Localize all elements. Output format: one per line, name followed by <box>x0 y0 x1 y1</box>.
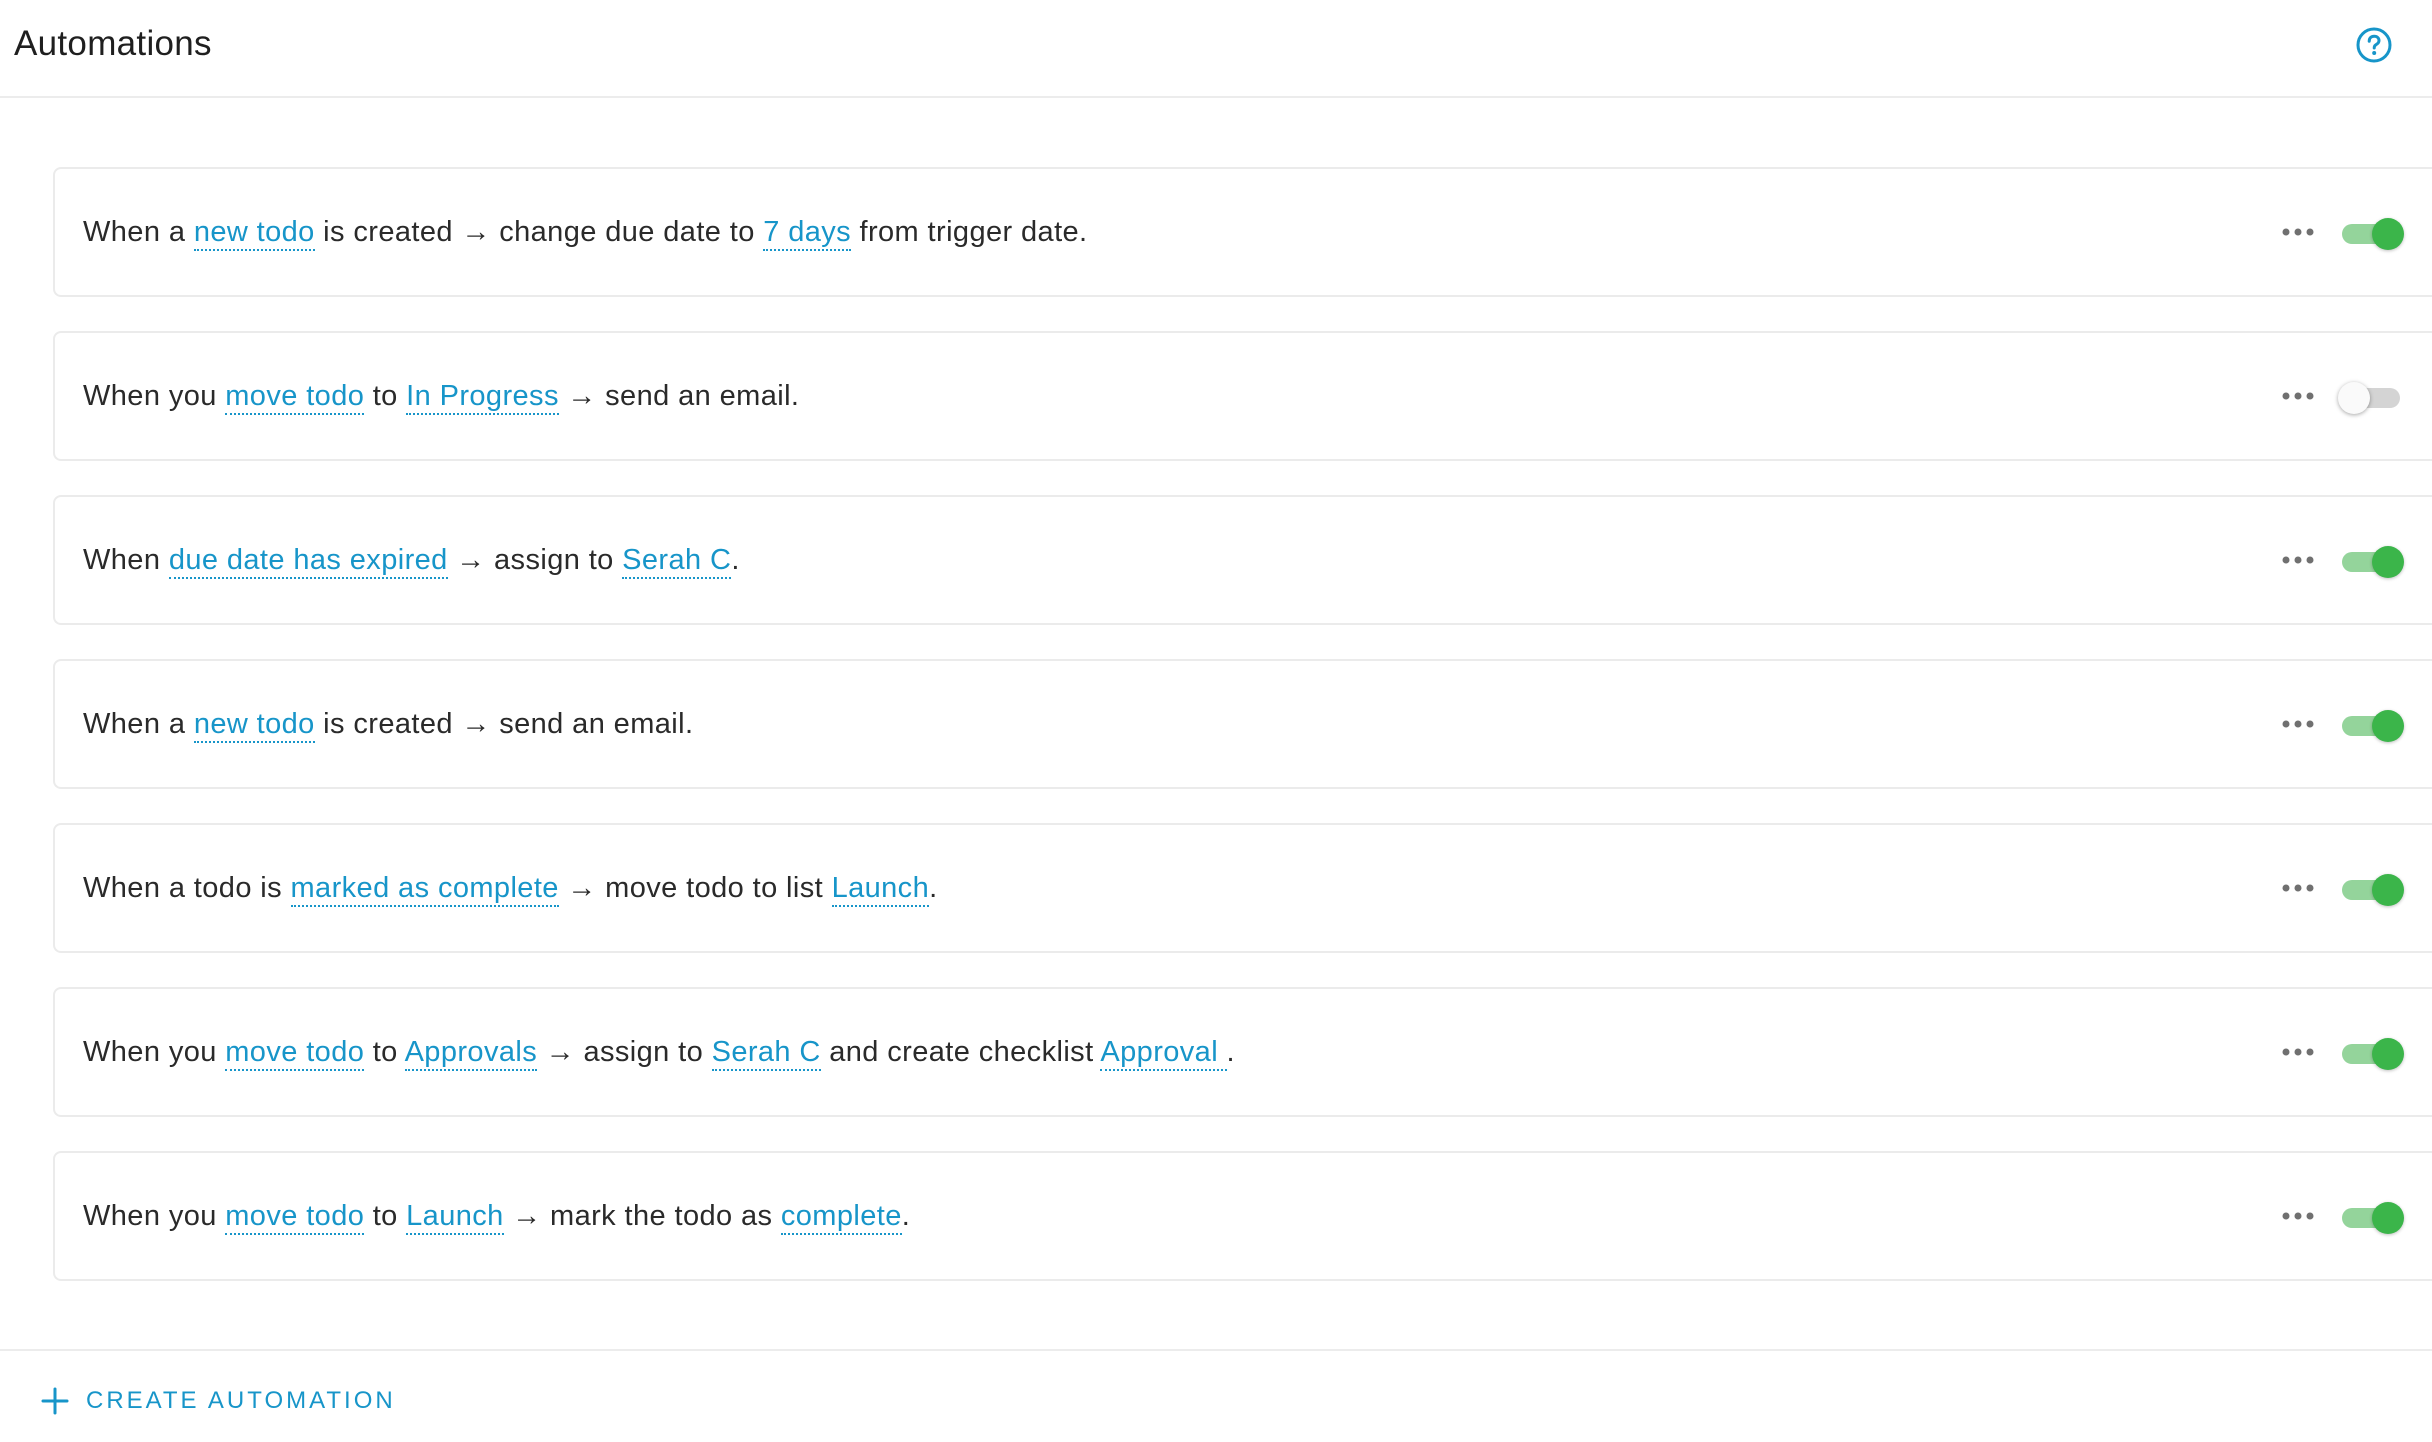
automation-rule-fragment: When a <box>83 708 194 740</box>
page-title: Automations <box>14 24 212 63</box>
plus-icon <box>41 1387 69 1415</box>
automation-token-link[interactable]: complete <box>780 1200 902 1235</box>
automation-rule-fragment: → assign to <box>447 544 623 576</box>
more-horizontal-icon <box>2282 1212 2314 1220</box>
automation-card: When you move todo to Approvals → assign… <box>53 987 2432 1117</box>
help-circle-icon <box>2356 27 2392 63</box>
automation-token-link[interactable]: 7 days <box>763 216 852 251</box>
automation-token-link[interactable]: Serah C <box>622 544 732 579</box>
automation-token-link[interactable]: Launch <box>406 1200 504 1235</box>
automation-rule-fragment: → send an email. <box>558 380 800 412</box>
automation-rule-fragment: → mark the todo as <box>503 1200 781 1232</box>
automation-rule-fragment: . <box>1226 1036 1235 1068</box>
automation-card: When due date has expired → assign to Se… <box>53 495 2432 625</box>
automation-rule-fragment: When you <box>83 1036 226 1068</box>
automation-rule-fragment: . <box>929 872 938 904</box>
automation-rule-fragment: When you <box>83 1200 226 1232</box>
automation-enabled-toggle[interactable] <box>2338 213 2404 253</box>
automation-enabled-toggle[interactable] <box>2338 1197 2404 1237</box>
automation-token-link[interactable]: new todo <box>193 708 315 743</box>
automation-rule-fragment: from trigger date. <box>851 216 1088 248</box>
automation-token-link[interactable]: move todo <box>225 380 365 415</box>
automation-rule-fragment: When <box>83 544 169 576</box>
more-options-button[interactable] <box>2278 1200 2318 1232</box>
automation-rule-fragment: to <box>364 380 407 412</box>
more-options-button[interactable] <box>2278 708 2318 740</box>
automation-rule-fragment: . <box>901 1200 911 1232</box>
more-horizontal-icon <box>2282 392 2314 400</box>
automation-rule-fragment: to <box>364 1036 405 1068</box>
automation-card: When you move todo to In Progress → send… <box>53 331 2432 461</box>
toggle-knob <box>2372 218 2404 250</box>
automation-card: When a new todo is created → change due … <box>53 167 2432 297</box>
more-options-button[interactable] <box>2278 1036 2318 1068</box>
automation-enabled-toggle[interactable] <box>2338 869 2404 909</box>
automation-token-link[interactable]: marked as complete <box>290 872 559 907</box>
automation-token-link[interactable]: Serah C <box>711 1036 821 1071</box>
more-options-button[interactable] <box>2278 544 2318 576</box>
more-options-button[interactable] <box>2278 872 2318 904</box>
page-footer: CREATE AUTOMATION <box>0 1349 2432 1442</box>
automation-rule-text: When you move todo to In Progress → send… <box>83 333 799 459</box>
automation-rule-fragment: is created → change due date to <box>314 216 764 248</box>
toggle-knob <box>2372 1038 2404 1070</box>
automation-rule-text: When you move todo to Approvals → assign… <box>83 989 1235 1115</box>
automation-rule-text: When a todo is marked as complete → move… <box>83 825 938 951</box>
more-horizontal-icon <box>2282 884 2314 892</box>
more-horizontal-icon <box>2282 1048 2314 1056</box>
automation-token-link[interactable]: Approvals <box>404 1036 538 1071</box>
toggle-knob <box>2338 382 2370 414</box>
toggle-knob <box>2372 874 2404 906</box>
automation-rule-fragment: When a todo is <box>83 872 291 904</box>
automation-card: When a todo is marked as complete → move… <box>53 823 2432 953</box>
automation-rule-text: When you move todo to Launch → mark the … <box>83 1153 910 1279</box>
automation-token-link[interactable]: In Progress <box>406 380 559 415</box>
automation-rule-fragment: to <box>364 1200 407 1232</box>
automation-enabled-toggle[interactable] <box>2338 541 2404 581</box>
page-header: Automations <box>0 0 2432 98</box>
automation-list: When a new todo is created → change due … <box>53 167 2432 1315</box>
more-horizontal-icon <box>2282 228 2314 236</box>
automation-rule-fragment: . <box>731 544 740 576</box>
automation-enabled-toggle[interactable] <box>2338 377 2404 417</box>
automation-rule-text: When due date has expired → assign to Se… <box>83 497 740 623</box>
automation-rule-fragment: → move todo to list <box>558 872 832 904</box>
automation-enabled-toggle[interactable] <box>2338 1033 2404 1073</box>
toggle-knob <box>2372 1202 2404 1234</box>
help-button[interactable] <box>2355 26 2393 64</box>
automation-token-link[interactable]: new todo <box>193 216 315 251</box>
automation-card: When you move todo to Launch → mark the … <box>53 1151 2432 1281</box>
create-automation-button[interactable]: CREATE AUTOMATION <box>40 1381 396 1421</box>
automation-enabled-toggle[interactable] <box>2338 705 2404 745</box>
toggle-knob <box>2372 710 2404 742</box>
more-horizontal-icon <box>2282 556 2314 564</box>
automation-rule-text: When a new todo is created → change due … <box>83 169 1088 295</box>
more-horizontal-icon <box>2282 720 2314 728</box>
more-options-button[interactable] <box>2278 216 2318 248</box>
automation-token-link[interactable]: Launch <box>831 872 930 907</box>
automation-token-link[interactable]: due date has expired <box>168 544 448 579</box>
toggle-knob <box>2372 546 2404 578</box>
automation-rule-text: When a new todo is created → send an ema… <box>83 661 693 787</box>
automation-rule-fragment: is created → send an email. <box>314 708 694 740</box>
create-automation-label: CREATE AUTOMATION <box>86 1387 396 1414</box>
automation-rule-fragment: → assign to <box>537 1036 712 1068</box>
automation-rule-fragment: When a <box>83 216 194 248</box>
automation-token-link[interactable]: move todo <box>225 1036 365 1071</box>
automation-token-link[interactable]: Approval <box>1100 1036 1227 1071</box>
more-options-button[interactable] <box>2278 380 2318 412</box>
automation-card: When a new todo is created → send an ema… <box>53 659 2432 789</box>
automation-token-link[interactable]: move todo <box>225 1200 365 1235</box>
automation-rule-fragment: and create checklist <box>820 1036 1101 1068</box>
automation-rule-fragment: When you <box>83 380 226 412</box>
